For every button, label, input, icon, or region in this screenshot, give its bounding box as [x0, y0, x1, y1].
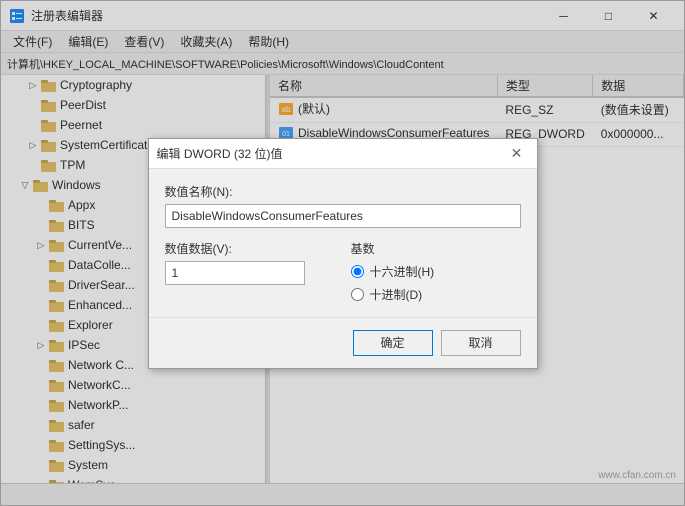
- edit-dword-dialog: 编辑 DWORD (32 位)值 ✕ 数值名称(N): 数值数据(V): 基数: [148, 138, 538, 369]
- dialog-ok-button[interactable]: 确定: [353, 330, 433, 356]
- radio-hex-label[interactable]: 十六进制(H): [351, 263, 521, 280]
- dialog-value-label: 数值数据(V):: [165, 240, 335, 257]
- dialog-row: 数值数据(V): 基数 十六进制(H) 十进制(D): [165, 240, 521, 303]
- main-window: 注册表编辑器 ─ □ ✕ 文件(F) 编辑(E) 查看(V) 收藏夹(A) 帮助…: [0, 0, 685, 506]
- dialog-base-section: 基数 十六进制(H) 十进制(D): [351, 240, 521, 303]
- radio-group: 十六进制(H) 十进制(D): [351, 263, 521, 303]
- dialog-cancel-button[interactable]: 取消: [441, 330, 521, 356]
- radio-dec-label[interactable]: 十进制(D): [351, 286, 521, 303]
- radio-hex-text: 十六进制(H): [370, 263, 435, 280]
- dialog-name-label: 数值名称(N):: [165, 183, 521, 200]
- dialog-name-input[interactable]: [165, 204, 521, 228]
- dialog-titlebar: 编辑 DWORD (32 位)值 ✕: [149, 139, 537, 169]
- dialog-value-section: 数值数据(V):: [165, 240, 335, 285]
- dialog-footer: 确定 取消: [149, 317, 537, 368]
- modal-overlay: 编辑 DWORD (32 位)值 ✕ 数值名称(N): 数值数据(V): 基数: [1, 1, 684, 505]
- dialog-body: 数值名称(N): 数值数据(V): 基数 十六进制(H): [149, 169, 537, 317]
- dialog-title: 编辑 DWORD (32 位)值: [157, 145, 283, 162]
- radio-dec-text: 十进制(D): [370, 286, 423, 303]
- dialog-close-button[interactable]: ✕: [505, 141, 529, 165]
- radio-hex[interactable]: [351, 265, 364, 278]
- dialog-value-input[interactable]: [165, 261, 305, 285]
- radio-dec[interactable]: [351, 288, 364, 301]
- dialog-base-label: 基数: [351, 240, 521, 257]
